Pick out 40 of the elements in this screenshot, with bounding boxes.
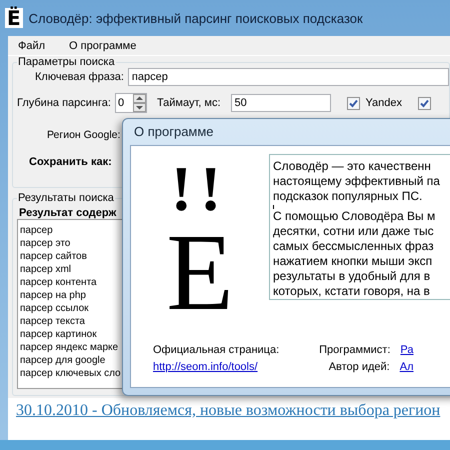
description-line: подсказок популярных ПС. xyxy=(273,189,424,204)
credit-link[interactable]: Ра xyxy=(400,344,414,356)
description-line: Словодёр — это качественн xyxy=(273,159,432,174)
description-line: нажатием кнопки мыши эксп xyxy=(273,254,434,269)
text-cursor xyxy=(273,205,274,209)
depth-spinner[interactable]: 0 xyxy=(114,93,147,113)
description-line: которых, кстати говоря, на в xyxy=(273,284,431,299)
description-line: С помощью Словодёра Вы м xyxy=(273,209,436,224)
field-label: Таймаут, мс: xyxy=(156,97,221,109)
app-icon: Ё xyxy=(5,8,23,28)
credit-link[interactable]: Ал xyxy=(400,361,414,373)
checkmark-icon xyxy=(419,98,430,108)
field-label: Сохранить как: xyxy=(29,156,112,168)
site-label: Официальная страница: xyxy=(153,344,280,356)
news-link[interactable]: 30.10.2010 - Обновляемся, новые возможности выбора регион xyxy=(16,402,440,419)
group-title: Параметры поиска xyxy=(17,56,116,68)
column-header: Результат содерж xyxy=(18,207,116,219)
site-link[interactable]: http://seom.info/tools/ xyxy=(153,361,280,373)
dialog-title: О программе xyxy=(133,123,214,141)
spin-arrows-icon[interactable] xyxy=(132,94,146,112)
credit-label: Автор идей: xyxy=(328,361,390,373)
field-label: Ключевая фраза: xyxy=(35,71,124,83)
group-title: Результаты поиска xyxy=(17,192,115,204)
checkmark-icon xyxy=(348,98,359,108)
credit-label: Программист: xyxy=(319,344,390,356)
checkbox[interactable] xyxy=(418,96,432,110)
description-line: самых бессмысленных фраз xyxy=(273,239,435,254)
window-title: Словодёр: эффективный парсинг поисковых подсказок xyxy=(28,10,363,26)
checkbox[interactable] xyxy=(346,96,360,110)
description-line: результаты в удобный для в xyxy=(273,269,432,284)
field-label: Глубина парсинга: xyxy=(17,97,111,109)
menu-item[interactable]: Файл xyxy=(18,40,46,55)
timeout-field[interactable]: 50 xyxy=(230,94,331,112)
description-line: настоящему эффективный па xyxy=(273,174,441,189)
description-line: десятки, сотни или даже тыс xyxy=(273,224,435,239)
menu-item[interactable]: О программе xyxy=(69,40,136,55)
checkbox-label: Yandex xyxy=(366,97,402,109)
field-label: Регион Google: xyxy=(47,129,120,141)
logo: !! Е xyxy=(165,154,235,324)
keyword-field[interactable]: парсер xyxy=(128,68,449,86)
